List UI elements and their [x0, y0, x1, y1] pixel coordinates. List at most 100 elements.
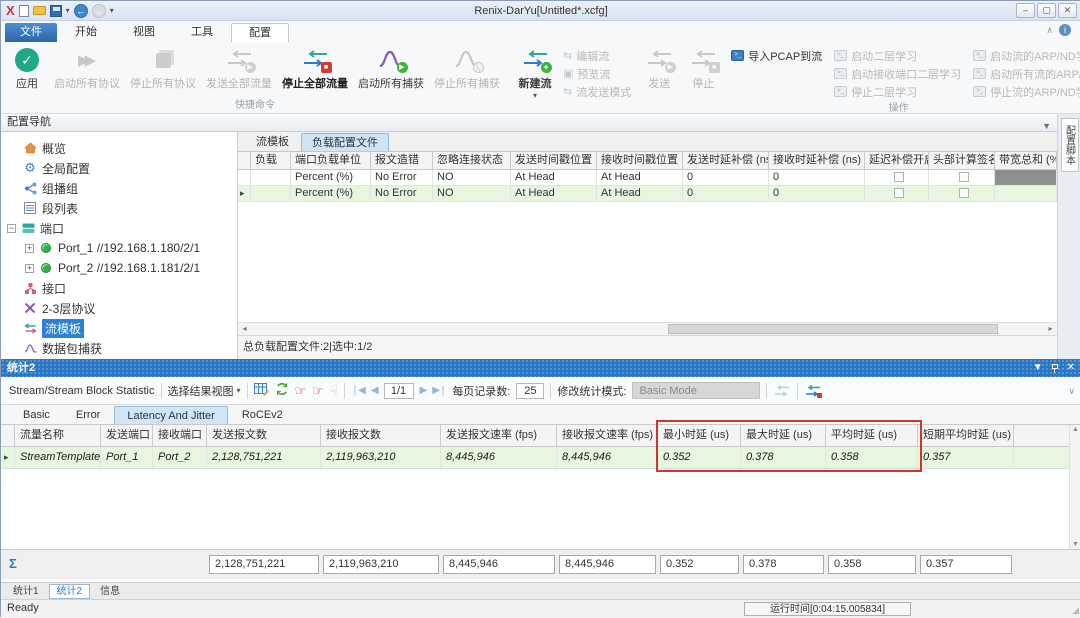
prev-page-icon[interactable]: ◀	[371, 385, 378, 396]
collapse-ribbon-icon[interactable]: ∧	[1046, 25, 1053, 36]
edit-view-icon[interactable]	[254, 382, 269, 399]
import-pcap-button[interactable]: >_ 导入PCAP到流	[731, 47, 822, 64]
latency-comp-checkbox[interactable]	[894, 188, 904, 198]
hold-stats-icon[interactable]: ☟	[330, 384, 338, 398]
panel-dropdown-icon[interactable]: ▼	[1033, 359, 1043, 377]
stats-tab-latency-jitter[interactable]: Latency And Jitter	[114, 406, 227, 424]
stop-all-traffic-button[interactable]: ■ 停止全部流量	[277, 44, 353, 93]
toolbar-overflow-icon[interactable]: ∨	[1068, 386, 1075, 397]
per-page-input[interactable]: 25	[516, 383, 544, 399]
collapse-expander-icon[interactable]: −	[7, 224, 16, 233]
refresh-icon[interactable]	[275, 382, 289, 399]
last-page-icon[interactable]: ▶❘	[432, 385, 446, 396]
config-tab-load-profile[interactable]: 负载配置文件	[301, 133, 389, 151]
expand-expander-icon[interactable]: +	[25, 244, 34, 253]
tab-tools[interactable]: 工具	[173, 23, 231, 42]
clear-stats-icon[interactable]: ☞	[295, 384, 307, 398]
scroll-right-icon[interactable]: ▸	[1044, 323, 1057, 335]
status-bar: Ready 运行时间[0:04:15.005834] ◢	[1, 599, 1080, 618]
tree-item-global-config[interactable]: ⚙ 全局配置	[1, 158, 237, 178]
stats-table-row[interactable]: ▸ StreamTemplate_1 Port_1 Port_2 2,128,7…	[1, 447, 1080, 469]
interface-icon	[23, 282, 37, 295]
scroll-down-icon[interactable]: ▼	[1072, 541, 1079, 548]
scroll-left-icon[interactable]: ◂	[238, 323, 251, 335]
tab-config[interactable]: 配置	[231, 23, 289, 42]
start-all-protocols-button[interactable]: ▶▶ 启动所有协议	[49, 44, 125, 93]
tree-item-overview[interactable]: 概览	[1, 138, 237, 158]
minimize-button[interactable]: –	[1016, 3, 1035, 18]
tree-item-multicast-group[interactable]: 组播组	[1, 178, 237, 198]
latency-comp-checkbox[interactable]	[894, 172, 904, 182]
pin-icon[interactable]	[1052, 364, 1058, 373]
stop-button[interactable]: ■ 停止	[681, 44, 725, 93]
preview-stream-button[interactable]: ▣ 预览流	[563, 65, 631, 82]
stats-tab-rocev2[interactable]: RoCEv2	[230, 406, 295, 424]
scrollbar-thumb[interactable]	[668, 324, 998, 334]
stream-send-mode-button[interactable]: ⇆ 流发送模式	[563, 83, 631, 100]
packet-capture-icon	[23, 343, 37, 354]
config-nav-tree: 概览 ⚙ 全局配置 组播组 段列表 − 端口 + Port_1 //192.16…	[1, 132, 238, 359]
stats-tab-basic[interactable]: Basic	[11, 406, 62, 424]
send-all-traffic-button[interactable]: ▶ 发送全部流量	[201, 44, 277, 93]
stats-tab-error[interactable]: Error	[64, 406, 112, 424]
help-icon[interactable]: i	[1059, 24, 1071, 36]
bottom-tab-info[interactable]: 信息	[92, 584, 128, 599]
start-l2-learning-button[interactable]: >_ 启动二层学习	[834, 47, 961, 64]
send-icon: ▶	[646, 49, 673, 71]
new-stream-dropdown-icon[interactable]: ▾	[533, 91, 537, 100]
tree-item-stream-template[interactable]: 流模板	[1, 318, 237, 338]
tree-item-port-1[interactable]: + Port_1 //192.168.1.180/2/1	[1, 238, 237, 258]
ribbon-tab-row: 文件 开始 视图 工具 配置	[1, 21, 1080, 42]
status-ready-text: Ready	[7, 602, 39, 614]
config-tab-stream-template[interactable]: 流模板	[246, 133, 299, 151]
next-page-icon[interactable]: ▶	[420, 385, 427, 396]
panel-close-icon[interactable]: ✕	[1067, 359, 1075, 377]
side-tab-config-script[interactable]: 配置脚本	[1061, 118, 1079, 172]
tab-start[interactable]: 开始	[57, 23, 115, 42]
start-capture-icon: ▶	[378, 49, 405, 71]
header-signature-checkbox[interactable]	[959, 172, 969, 182]
select-result-view-button[interactable]: 选择结果视图▾	[168, 383, 241, 399]
tab-view[interactable]: 视图	[115, 23, 173, 42]
start-stream-arp-nd-button[interactable]: >_ 启动流的ARP/ND学习	[973, 47, 1080, 64]
apply-button[interactable]: ✓ 应用	[5, 44, 49, 93]
tree-item-port-2[interactable]: + Port_2 //192.168.1.181/2/1	[1, 258, 237, 278]
config-table-header: 负载 端口负载单位 报文造错 忽略连接状态 发送时间戳位置 接收时间戳位置 发送…	[238, 152, 1057, 170]
start-rx-port-l2-learning-button[interactable]: >_ 启动接收端口二层学习	[834, 65, 961, 82]
start-all-capture-button[interactable]: ▶ 启动所有捕获	[353, 44, 429, 93]
send-button[interactable]: ▶ 发送	[637, 44, 681, 93]
bottom-tab-stats2[interactable]: 统计2	[49, 584, 91, 599]
scroll-up-icon[interactable]: ▲	[1072, 426, 1079, 433]
stop-all-capture-button[interactable]: ╲ 停止所有捕获	[429, 44, 505, 93]
stream-filter-icon[interactable]	[804, 384, 822, 398]
stop-all-protocols-button[interactable]: 停止所有协议	[125, 44, 201, 93]
tab-file[interactable]: 文件	[5, 23, 57, 42]
config-table-row[interactable]: Percent (%) No Error NO At Head At Head …	[238, 170, 1057, 186]
tree-item-packet-capture[interactable]: 数据包捕获	[1, 338, 237, 358]
header-signature-checkbox[interactable]	[959, 188, 969, 198]
stop-stream-arp-nd-button[interactable]: >_ 停止流的ARP/ND学习	[973, 83, 1080, 100]
edit-stream-button[interactable]: ⇆ 编辑流	[563, 47, 631, 64]
maximize-button[interactable]: ▢	[1037, 3, 1056, 18]
tree-item-segment-list[interactable]: 段列表	[1, 198, 237, 218]
horizontal-scrollbar[interactable]: ◂ ▸	[238, 322, 1057, 335]
close-button[interactable]: ✕	[1058, 3, 1077, 18]
clear-all-stats-icon[interactable]: ☞	[312, 384, 324, 398]
config-table-row-selected[interactable]: ▸ Percent (%) No Error NO At Head At Hea…	[238, 186, 1057, 202]
first-page-icon[interactable]: ❘◀	[351, 385, 365, 396]
start-all-stream-arp-nd-button[interactable]: >_ 启动所有流的ARP/ND学习	[973, 65, 1080, 82]
tree-item-ports[interactable]: − 端口	[1, 218, 237, 238]
ribbon-group-quick-commands: ✓ 应用 ▶▶ 启动所有协议 停止所有协议 ▶ 发送全部流量 ■	[1, 42, 509, 113]
vertical-scrollbar[interactable]: ▲ ▼	[1069, 425, 1080, 549]
tree-item-l23-protocols[interactable]: 2-3层协议	[1, 298, 237, 318]
tree-item-interface[interactable]: 接口	[1, 278, 237, 298]
new-stream-button[interactable]: + 新建流 ▾	[513, 44, 557, 102]
resize-grip-icon[interactable]: ◢	[1072, 605, 1079, 616]
nav-panel-title: 配置导航	[7, 116, 51, 128]
bottom-tab-stats1[interactable]: 统计1	[5, 584, 47, 599]
expand-expander-icon[interactable]: +	[25, 264, 34, 273]
stats-view-name: Stream/Stream Block Statistic	[9, 385, 155, 397]
stop-l2-learning-button[interactable]: >_ 停止二层学习	[834, 83, 961, 100]
stats-mode-select[interactable]: Basic Mode	[632, 382, 760, 399]
stream-mapping-icon[interactable]	[773, 384, 791, 398]
